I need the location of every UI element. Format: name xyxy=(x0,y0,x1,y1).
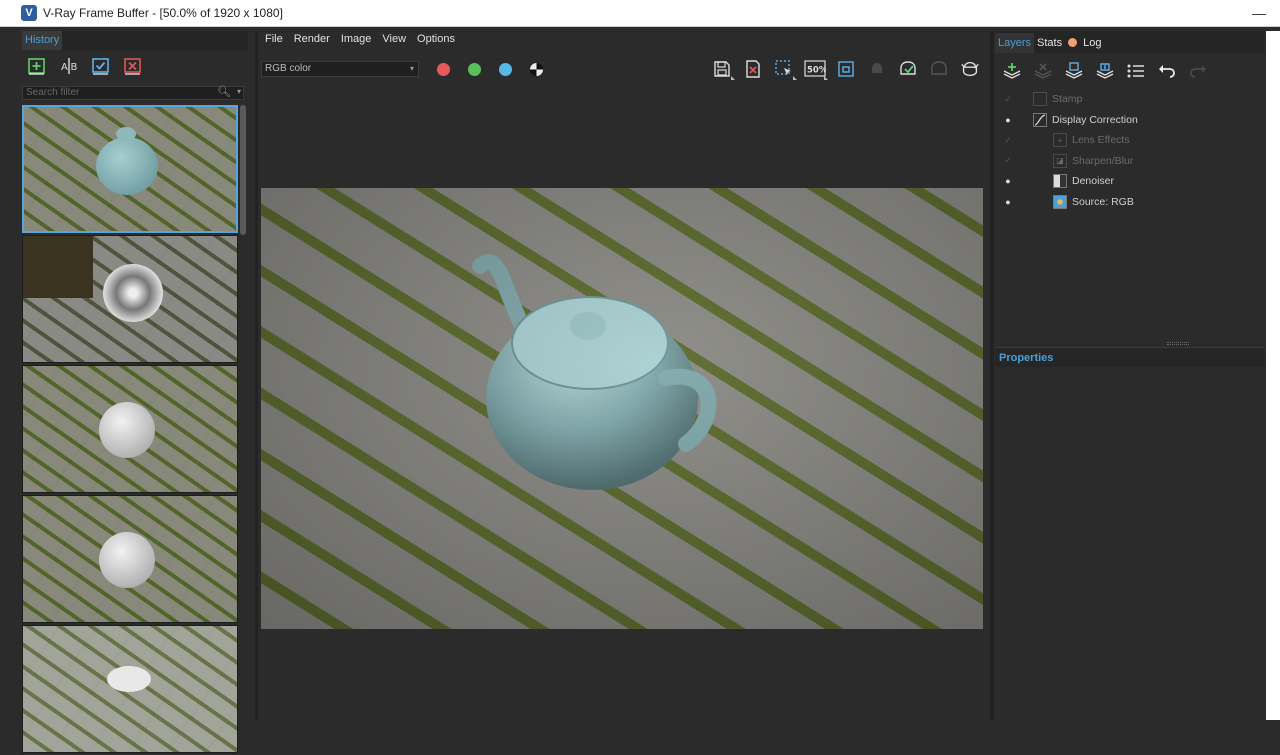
undo-icon[interactable] xyxy=(1156,60,1178,82)
right-splitter[interactable] xyxy=(990,31,994,720)
clear-history-icon[interactable] xyxy=(122,55,144,77)
minimize-icon[interactable]: — xyxy=(1252,5,1266,21)
menu-file[interactable]: File xyxy=(265,31,283,47)
left-splitter[interactable] xyxy=(255,31,258,720)
render-viewport[interactable] xyxy=(261,188,983,629)
vray-icon: V xyxy=(21,5,37,21)
properties-header: Properties xyxy=(995,347,1265,367)
history-toolbar: AB xyxy=(22,50,248,82)
denoiser-icon xyxy=(1053,174,1067,189)
visibility-toggle-icon[interactable]: ✓ xyxy=(997,94,1019,105)
region-render-icon[interactable] xyxy=(773,58,797,80)
tab-log[interactable]: Log xyxy=(1065,33,1104,53)
window-edge xyxy=(1266,31,1280,720)
svg-text:B: B xyxy=(71,62,78,73)
ab-compare-icon[interactable]: AB xyxy=(58,55,80,77)
history-item[interactable] xyxy=(22,105,238,233)
history-item[interactable] xyxy=(22,365,238,493)
eye-icon[interactable]: ● xyxy=(997,197,1019,207)
channel-toolbar: RGB color ▾ 50% xyxy=(259,57,987,81)
teapot-render-icon[interactable] xyxy=(959,58,981,80)
save-icon[interactable] xyxy=(711,58,735,80)
svg-text:50%: 50% xyxy=(807,66,826,76)
sharpen-icon: ◪ xyxy=(1053,153,1067,168)
follow-mouse-icon[interactable] xyxy=(835,58,857,80)
curve-icon xyxy=(1033,112,1047,127)
zoom-50-icon[interactable]: 50% xyxy=(804,58,828,80)
history-thumbnails xyxy=(22,105,238,755)
layer-list: ✓ Stamp ● Display Correction ✓ + Lens Ef… xyxy=(995,89,1265,212)
eye-icon[interactable]: ● xyxy=(997,176,1019,186)
menu-bar: File Render Image View Options xyxy=(259,31,987,47)
layers-panel: Layers Stats Log ✓ Stamp ● Display Corre… xyxy=(995,31,1265,720)
layer-list-icon[interactable] xyxy=(1125,60,1147,82)
ipr-icon[interactable] xyxy=(928,58,950,80)
menu-image[interactable]: Image xyxy=(341,31,372,47)
panel-splitter-handle[interactable] xyxy=(1167,342,1189,345)
menu-options[interactable]: Options xyxy=(417,31,455,47)
add-to-history-icon[interactable] xyxy=(26,55,48,77)
visibility-toggle-icon[interactable]: ✓ xyxy=(997,135,1019,146)
visibility-toggle-icon[interactable]: ✓ xyxy=(997,155,1019,166)
tab-stats[interactable]: Stats xyxy=(1034,33,1065,53)
tab-layers[interactable]: Layers xyxy=(995,33,1035,53)
layers-toolbar xyxy=(995,53,1265,89)
layer-item-stamp[interactable]: ✓ Stamp xyxy=(995,89,1265,110)
load-layers-icon[interactable] xyxy=(1094,60,1116,82)
menu-render[interactable]: Render xyxy=(294,31,330,47)
layers-tabs: Layers Stats Log xyxy=(995,31,1265,53)
history-item[interactable] xyxy=(22,235,238,363)
eye-icon[interactable]: ● xyxy=(997,115,1019,125)
history-panel: History AB Search filter 🔍︎ ▾ xyxy=(22,31,248,753)
menu-view[interactable]: View xyxy=(382,31,406,47)
clear-image-icon[interactable] xyxy=(742,58,764,80)
history-search-input[interactable]: Search filter 🔍︎ ▾ xyxy=(22,86,244,100)
window-title: V-Ray Frame Buffer - [50.0% of 1920 x 10… xyxy=(43,6,283,20)
redo-icon[interactable] xyxy=(1187,60,1209,82)
lens-icon: + xyxy=(1053,133,1067,148)
remove-layer-icon[interactable] xyxy=(1032,60,1054,82)
save-layers-icon[interactable] xyxy=(1063,60,1085,82)
add-layer-icon[interactable] xyxy=(1001,60,1023,82)
frame-buffer-area: File Render Image View Options RGB color… xyxy=(259,31,987,720)
stamp-icon xyxy=(1033,92,1047,107)
search-icon[interactable]: 🔍︎ xyxy=(217,86,231,98)
layer-item-display-correction[interactable]: ● Display Correction xyxy=(995,110,1265,131)
history-scrollbar[interactable] xyxy=(240,105,246,235)
blue-channel-button[interactable] xyxy=(499,62,512,76)
history-item[interactable] xyxy=(22,625,238,753)
source-icon xyxy=(1053,194,1067,209)
layer-item-source-rgb[interactable]: ● Source: RGB xyxy=(995,192,1265,213)
chevron-down-icon: ▾ xyxy=(409,64,414,73)
render-icon[interactable] xyxy=(897,58,919,80)
svg-text:A: A xyxy=(61,62,68,73)
layer-item-lens-effects[interactable]: ✓ + Lens Effects xyxy=(995,130,1265,151)
red-channel-button[interactable] xyxy=(437,62,450,76)
alpha-channel-button[interactable] xyxy=(530,62,543,76)
title-bar: V V-Ray Frame Buffer - [50.0% of 1920 x … xyxy=(0,0,1280,27)
layer-item-denoiser[interactable]: ● Denoiser xyxy=(995,171,1265,192)
green-channel-button[interactable] xyxy=(468,62,481,76)
history-item[interactable] xyxy=(22,495,238,623)
lock-icon[interactable] xyxy=(866,58,888,80)
channel-select[interactable]: RGB color ▾ xyxy=(261,61,419,77)
load-check-icon[interactable] xyxy=(90,55,112,77)
render-toolbar: 50% xyxy=(711,57,981,81)
chevron-down-icon[interactable]: ▾ xyxy=(237,86,241,98)
layer-item-sharpen-blur[interactable]: ✓ ◪ Sharpen/Blur xyxy=(995,151,1265,172)
tab-history[interactable]: History xyxy=(22,31,63,50)
log-status-icon xyxy=(1068,38,1078,47)
